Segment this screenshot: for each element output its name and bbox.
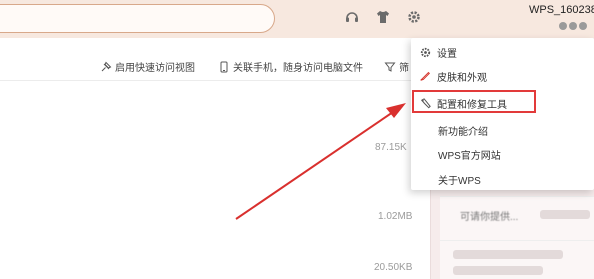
menu-item-settings[interactable]: 设置 bbox=[411, 40, 594, 64]
username-label[interactable]: WPS_1602382 bbox=[529, 4, 594, 16]
placeholder-line bbox=[453, 250, 563, 259]
search-input[interactable] bbox=[0, 4, 275, 33]
filter-button[interactable]: 筛 bbox=[384, 59, 409, 74]
placeholder-line bbox=[453, 266, 543, 275]
gear-icon bbox=[418, 45, 432, 59]
menu-item-official-site[interactable]: WPS官方网站 bbox=[411, 142, 594, 166]
shirt-icon[interactable] bbox=[375, 9, 391, 25]
file-size: 1.02MB bbox=[378, 211, 413, 222]
menu-item-label: 关于WPS bbox=[438, 175, 481, 187]
file-size: 87.15K bbox=[375, 142, 407, 153]
account-icons bbox=[559, 22, 593, 32]
toolbar-divider bbox=[0, 80, 430, 81]
file-size: 20.50KB bbox=[374, 262, 413, 273]
menu-item-label: WPS官方网站 bbox=[438, 150, 501, 162]
menu-item-about[interactable]: 关于WPS bbox=[411, 167, 594, 191]
settings-menu: 设置 皮肤和外观 配置和修复工具 新功能介绍 WPS官方网站 关于WPS bbox=[411, 38, 594, 190]
filter-label: 筛 bbox=[399, 63, 409, 74]
headset-icon[interactable] bbox=[344, 9, 360, 25]
link-phone-link[interactable]: 关联手机，随身访问电脑文件 bbox=[218, 59, 363, 74]
filter-icon bbox=[384, 62, 396, 72]
link-phone-label: 关联手机，随身访问电脑文件 bbox=[233, 63, 363, 74]
menu-item-skin[interactable]: 皮肤和外观 bbox=[411, 64, 594, 88]
brush-icon bbox=[418, 69, 432, 83]
highlight-box bbox=[412, 90, 536, 113]
phone-icon bbox=[220, 61, 228, 72]
gear-icon[interactable] bbox=[406, 9, 422, 25]
menu-item-label: 皮肤和外观 bbox=[437, 72, 487, 84]
enable-quick-access-label: 启用快速访问视图 bbox=[115, 63, 195, 74]
menu-item-new-features[interactable]: 新功能介绍 bbox=[411, 118, 594, 142]
placeholder-line bbox=[540, 210, 590, 219]
menu-item-label: 设置 bbox=[437, 48, 457, 60]
enable-quick-access-link[interactable]: 启用快速访问视图 bbox=[100, 59, 195, 74]
pin-icon bbox=[101, 61, 112, 71]
panel-snippet: 可请你提供... bbox=[460, 212, 519, 223]
menu-item-label: 新功能介绍 bbox=[438, 126, 488, 138]
